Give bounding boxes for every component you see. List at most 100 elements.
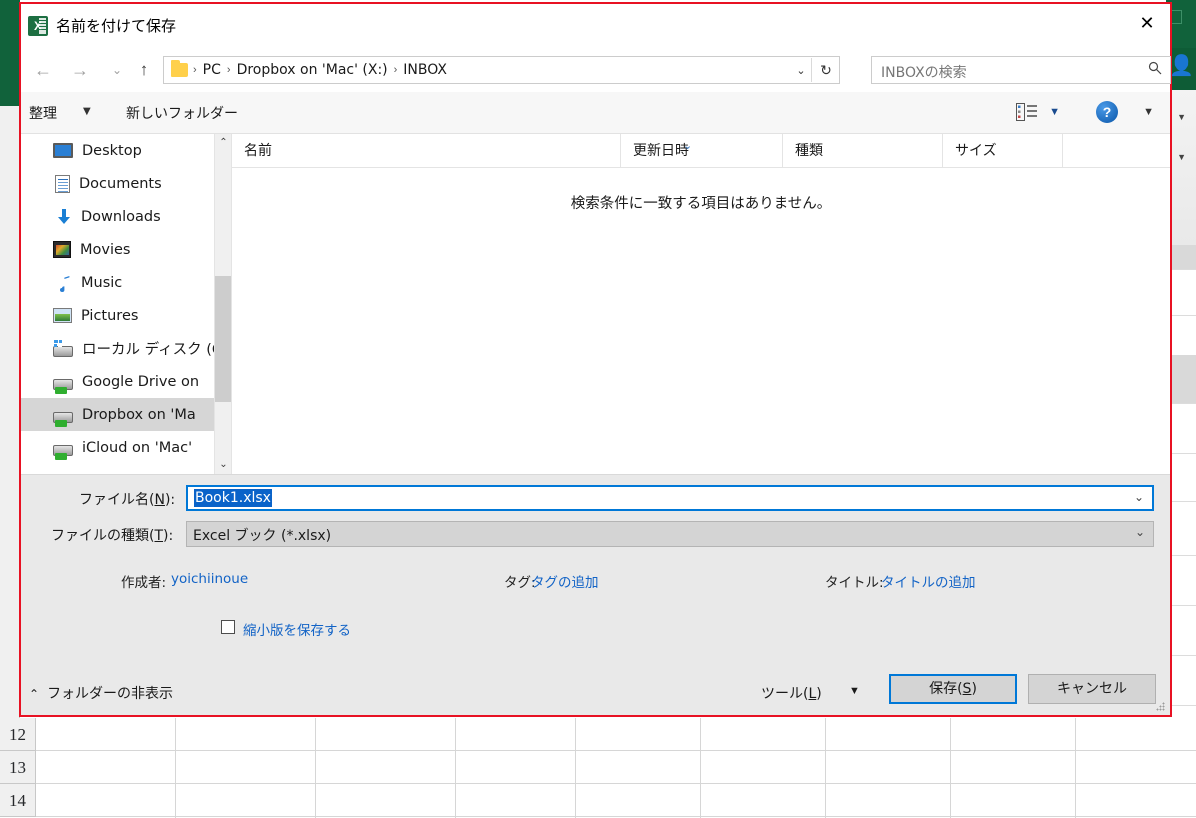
checkbox-label: 縮小版を保存する — [243, 623, 351, 639]
file-list-pane: 名前 更新日時 ⌄ 種類 サイズ 検索条件に一致する項目はありません。 — [231, 134, 1170, 474]
sidebar-item-label: Documents — [79, 175, 162, 192]
sidebar-item-documents[interactable]: Documents — [21, 167, 229, 200]
hide-folders-button[interactable]: ⌃ フォルダーの非表示 — [29, 683, 173, 703]
chevron-down-icon[interactable]: ▼ — [849, 685, 860, 697]
view-layout-icon[interactable] — [1016, 103, 1038, 121]
column-header-size[interactable]: サイズ — [942, 134, 1062, 168]
sidebar-item-pictures[interactable]: Pictures — [21, 299, 229, 332]
excel-row-header[interactable]: 14 — [0, 784, 36, 817]
sidebar-item-label: ローカル ディスク (C — [82, 342, 222, 358]
column-header-extra[interactable] — [1062, 134, 1175, 168]
sidebar-item-desktop[interactable]: Desktop — [21, 134, 229, 167]
desktop-icon — [53, 143, 73, 158]
ribbon-caret-icon-2[interactable]: ▼ — [1177, 152, 1186, 162]
checkbox-box[interactable] — [221, 620, 235, 634]
filename-label: ファイル名(N): — [79, 492, 176, 508]
filetype-value: Excel ブック (*.xlsx) — [193, 528, 332, 544]
scroll-up-icon[interactable]: ⌃ — [215, 134, 232, 152]
sidebar-item-music[interactable]: Music — [21, 266, 229, 299]
address-divider — [811, 58, 812, 82]
pictures-icon — [53, 308, 72, 323]
sidebar-item-label: Google Drive on — [82, 373, 200, 390]
sidebar-item-downloads[interactable]: Downloads — [21, 200, 229, 233]
chevron-down-icon[interactable]: ⌄ — [1134, 490, 1144, 504]
sidebar-item-local-disk[interactable]: ローカル ディスク (C — [21, 332, 229, 365]
author-value[interactable]: yoichiinoue — [171, 571, 248, 587]
breadcrumb-item-pc[interactable]: PC — [199, 62, 225, 78]
close-icon[interactable]: ✕ — [1124, 4, 1170, 42]
network-drive-icon — [53, 444, 73, 460]
chevron-down-icon[interactable]: ▼ — [83, 106, 91, 117]
scroll-down-icon[interactable]: ⌄ — [215, 456, 232, 474]
help-button[interactable]: ? — [1096, 101, 1118, 123]
excel-grid-column-line — [455, 718, 456, 818]
excel-grid-row[interactable] — [36, 718, 1196, 751]
forward-button[interactable]: → — [67, 58, 93, 82]
search-icon — [1148, 61, 1162, 79]
address-bar[interactable]: › PC › Dropbox on 'Mac' (X:) › INBOX ⌄ ↻ — [163, 56, 840, 84]
column-header-type[interactable]: 種類 — [782, 134, 942, 168]
save-form-area: ファイル名(N): Book1.xlsx ⌄ ファイルの種類(T): Excel… — [21, 474, 1170, 661]
excel-row-header[interactable]: 13 — [0, 751, 36, 784]
ribbon-caret-icon-1[interactable]: ▼ — [1177, 112, 1186, 122]
sort-chevron-icon: ⌄ — [683, 139, 693, 152]
empty-list-message: 検索条件に一致する項目はありません。 — [570, 196, 832, 212]
network-drive-icon — [53, 378, 73, 394]
chevron-down-icon[interactable]: ⌄ — [1135, 525, 1145, 539]
column-header-name[interactable]: 名前 — [232, 134, 620, 168]
sidebar-item-icloud[interactable]: iCloud on 'Mac' — [21, 431, 229, 464]
sidebar-item-label: Downloads — [81, 208, 161, 225]
sidebar-item-label: iCloud on 'Mac' — [82, 439, 193, 456]
folder-icon — [171, 60, 188, 77]
dialog-title: 名前を付けて保存 — [56, 17, 177, 35]
save-as-dialog: X 名前を付けて保存 ✕ ← → ⌄ ↑ › PC › Dropbox on '… — [19, 2, 1172, 717]
sidebar-item-dropbox[interactable]: Dropbox on 'Ma — [21, 398, 229, 431]
file-list-column-headers: 名前 更新日時 ⌄ 種類 サイズ — [232, 134, 1170, 168]
scrollbar-thumb[interactable] — [215, 276, 232, 402]
excel-grid-column-line — [825, 718, 826, 818]
chevron-down-icon[interactable]: ▼ — [1049, 106, 1060, 118]
sidebar-item-label: Pictures — [81, 307, 139, 324]
chevron-down-icon[interactable]: ▼ — [1143, 106, 1154, 118]
local-disk-icon — [53, 339, 73, 357]
add-tag-link[interactable]: タグの追加 — [531, 571, 599, 591]
sidebar-item-google-drive[interactable]: Google Drive on — [21, 365, 229, 398]
excel-grid-row[interactable] — [36, 784, 1196, 817]
up-button[interactable]: ↑ — [131, 58, 157, 82]
column-header-date[interactable]: 更新日時 ⌄ — [620, 134, 782, 168]
resize-grip[interactable] — [1156, 702, 1166, 712]
breadcrumb-item-dropbox[interactable]: Dropbox on 'Mac' (X:) — [233, 62, 392, 78]
excel-grid-row[interactable] — [36, 751, 1196, 784]
chevron-down-icon[interactable]: ⌄ — [791, 61, 811, 81]
excel-row-header[interactable]: 12 — [0, 718, 36, 751]
add-title-link[interactable]: タイトルの追加 — [881, 571, 976, 591]
search-placeholder: INBOXの検索 — [881, 65, 967, 81]
cancel-button[interactable]: キャンセル — [1028, 674, 1156, 704]
breadcrumb-separator: › — [226, 64, 231, 76]
sidebar-item-label: Dropbox on 'Ma — [82, 406, 196, 423]
save-button[interactable]: 保存(S) — [889, 674, 1017, 704]
refresh-icon[interactable]: ↻ — [815, 60, 837, 80]
add-user-icon: 👤 — [1169, 55, 1194, 77]
dialog-toolbar: 整理 ▼ 新しいフォルダー ▼ ? ▼ — [21, 92, 1170, 134]
organize-button[interactable]: 整理 — [29, 103, 57, 123]
document-metadata-row: 作成者: yoichiinoue タグ: タグの追加 タイトル: タイトルの追加 — [21, 571, 1170, 593]
breadcrumb-item-inbox[interactable]: INBOX — [399, 62, 451, 78]
downloads-icon — [56, 208, 72, 226]
excel-sheet-grid: 12 13 14 — [0, 718, 1196, 818]
tools-button[interactable]: ツール(L) — [761, 683, 822, 703]
recent-locations-button[interactable]: ⌄ — [104, 58, 130, 82]
sidebar-scrollbar[interactable]: ⌃ ⌄ — [214, 134, 232, 474]
author-label: 作成者: — [121, 575, 167, 591]
excel-icon: X — [28, 16, 48, 36]
filetype-select[interactable]: Excel ブック (*.xlsx) ⌄ — [186, 521, 1154, 547]
back-button[interactable]: ← — [30, 58, 56, 82]
new-folder-button[interactable]: 新しいフォルダー — [126, 103, 238, 123]
search-input[interactable]: INBOXの検索 — [871, 56, 1171, 84]
sidebar-item-movies[interactable]: Movies — [21, 233, 229, 266]
excel-grid-column-line — [175, 718, 176, 818]
column-header-date-label: 更新日時 — [633, 143, 689, 159]
network-drive-icon — [53, 411, 73, 427]
filename-input[interactable]: Book1.xlsx ⌄ — [186, 485, 1154, 511]
breadcrumb-separator: › — [393, 64, 398, 76]
